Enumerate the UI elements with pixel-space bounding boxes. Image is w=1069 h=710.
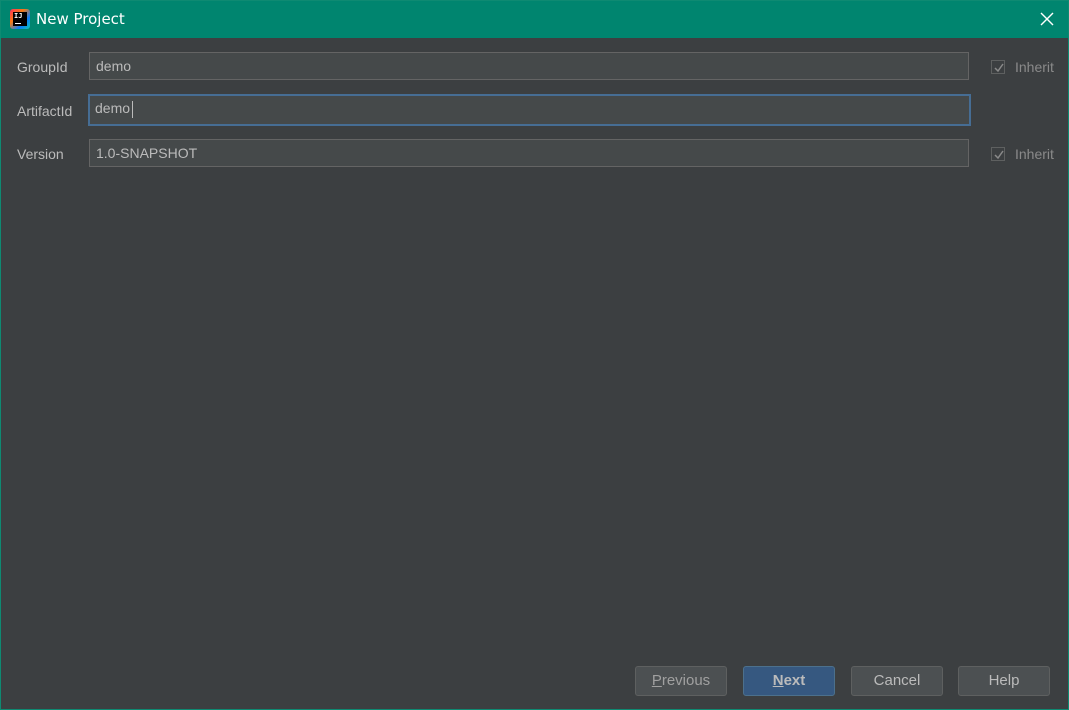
previous-button[interactable]: Previous — [635, 666, 727, 696]
artifact-id-value: demo — [95, 100, 131, 116]
window-title: New Project — [36, 10, 125, 28]
next-mnemonic: N — [772, 672, 784, 689]
intellij-idea-icon: IJ — [10, 9, 30, 29]
text-caret — [132, 100, 134, 118]
checkmark-icon — [994, 63, 1004, 73]
next-label: ext — [783, 672, 806, 689]
close-icon[interactable] — [1037, 9, 1057, 29]
previous-mnemonic: P — [651, 672, 662, 689]
next-button[interactable]: Next — [743, 666, 835, 696]
checkbox-box — [991, 147, 1005, 161]
cancel-button[interactable]: Cancel — [851, 666, 943, 696]
checkmark-icon — [994, 150, 1004, 160]
group-id-value: demo — [96, 58, 132, 74]
new-project-dialog: IJ New Project GroupId demo Inherit Arti… — [0, 0, 1069, 710]
version-label: Version — [17, 146, 64, 162]
artifact-id-label: ArtifactId — [17, 103, 73, 119]
previous-label: revious — [661, 672, 711, 689]
checkbox-box — [991, 60, 1005, 74]
app-icon-text: IJ — [14, 12, 23, 20]
group-id-inherit-label: Inherit — [1015, 59, 1054, 75]
version-value: 1.0-SNAPSHOT — [96, 145, 198, 161]
artifact-id-input[interactable]: demo — [88, 94, 971, 126]
help-button[interactable]: Help — [958, 666, 1050, 696]
group-id-input[interactable]: demo — [89, 52, 969, 80]
version-input[interactable]: 1.0-SNAPSHOT — [89, 139, 969, 167]
title-bar: IJ New Project — [1, 1, 1068, 38]
group-id-label: GroupId — [17, 59, 68, 75]
version-inherit-label: Inherit — [1015, 146, 1054, 162]
